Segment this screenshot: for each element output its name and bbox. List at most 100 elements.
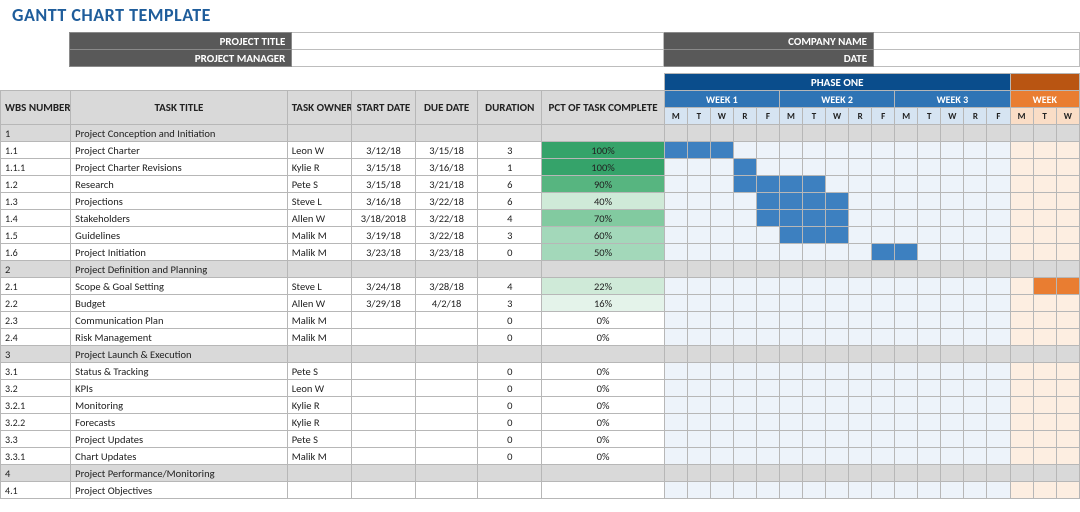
gantt-cell[interactable]	[849, 397, 872, 414]
gantt-cell[interactable]	[1056, 380, 1079, 397]
gantt-cell[interactable]	[710, 244, 733, 261]
gantt-cell[interactable]	[710, 227, 733, 244]
gantt-cell[interactable]	[664, 465, 687, 482]
gantt-cell[interactable]	[826, 363, 849, 380]
gantt-cell[interactable]	[756, 176, 779, 193]
gantt-cell[interactable]	[1033, 193, 1056, 210]
gantt-cell[interactable]	[687, 142, 710, 159]
gantt-cell[interactable]	[664, 142, 687, 159]
gantt-cell[interactable]	[918, 193, 941, 210]
gantt-cell[interactable]	[733, 278, 756, 295]
gantt-cell[interactable]	[756, 465, 779, 482]
gantt-cell[interactable]	[872, 465, 895, 482]
gantt-cell[interactable]	[779, 380, 802, 397]
gantt-cell[interactable]	[803, 142, 826, 159]
gantt-cell[interactable]	[687, 380, 710, 397]
gantt-cell[interactable]	[849, 380, 872, 397]
gantt-cell[interactable]	[964, 397, 987, 414]
gantt-cell[interactable]	[849, 295, 872, 312]
gantt-cell[interactable]	[687, 159, 710, 176]
gantt-cell[interactable]	[733, 125, 756, 142]
gantt-cell[interactable]	[918, 414, 941, 431]
gantt-cell[interactable]	[941, 397, 964, 414]
gantt-cell[interactable]	[664, 159, 687, 176]
gantt-cell[interactable]	[1033, 363, 1056, 380]
gantt-cell[interactable]	[895, 210, 918, 227]
gantt-cell[interactable]	[849, 125, 872, 142]
gantt-cell[interactable]	[710, 431, 733, 448]
gantt-cell[interactable]	[803, 312, 826, 329]
gantt-cell[interactable]	[895, 414, 918, 431]
gantt-cell[interactable]	[895, 278, 918, 295]
gantt-cell[interactable]	[826, 329, 849, 346]
gantt-cell[interactable]	[964, 431, 987, 448]
gantt-cell[interactable]	[710, 448, 733, 465]
gantt-cell[interactable]	[803, 380, 826, 397]
table-row[interactable]: 3Project Launch & Execution	[1, 346, 1080, 363]
gantt-cell[interactable]	[872, 261, 895, 278]
gantt-cell[interactable]	[895, 159, 918, 176]
gantt-cell[interactable]	[687, 125, 710, 142]
gantt-cell[interactable]	[779, 431, 802, 448]
gantt-cell[interactable]	[895, 346, 918, 363]
gantt-cell[interactable]	[756, 414, 779, 431]
gantt-cell[interactable]	[987, 142, 1010, 159]
gantt-cell[interactable]	[872, 363, 895, 380]
gantt-cell[interactable]	[872, 159, 895, 176]
gantt-cell[interactable]	[779, 482, 802, 499]
gantt-cell[interactable]	[987, 295, 1010, 312]
gantt-cell[interactable]	[1010, 312, 1033, 329]
date-input[interactable]	[874, 50, 1080, 67]
gantt-cell[interactable]	[964, 210, 987, 227]
gantt-cell[interactable]	[941, 261, 964, 278]
gantt-cell[interactable]	[687, 193, 710, 210]
gantt-cell[interactable]	[987, 397, 1010, 414]
gantt-cell[interactable]	[756, 397, 779, 414]
gantt-cell[interactable]	[849, 142, 872, 159]
gantt-cell[interactable]	[664, 431, 687, 448]
gantt-cell[interactable]	[895, 295, 918, 312]
gantt-cell[interactable]	[1056, 193, 1079, 210]
gantt-cell[interactable]	[1010, 142, 1033, 159]
gantt-cell[interactable]	[849, 465, 872, 482]
gantt-cell[interactable]	[987, 193, 1010, 210]
gantt-cell[interactable]	[987, 448, 1010, 465]
gantt-cell[interactable]	[872, 329, 895, 346]
gantt-cell[interactable]	[964, 329, 987, 346]
gantt-cell[interactable]	[918, 380, 941, 397]
gantt-cell[interactable]	[941, 176, 964, 193]
gantt-cell[interactable]	[664, 125, 687, 142]
gantt-cell[interactable]	[710, 329, 733, 346]
gantt-cell[interactable]	[1033, 431, 1056, 448]
gantt-cell[interactable]	[849, 244, 872, 261]
gantt-cell[interactable]	[1010, 363, 1033, 380]
gantt-cell[interactable]	[756, 193, 779, 210]
gantt-cell[interactable]	[872, 346, 895, 363]
gantt-cell[interactable]	[664, 380, 687, 397]
gantt-cell[interactable]	[803, 244, 826, 261]
gantt-cell[interactable]	[803, 482, 826, 499]
gantt-cell[interactable]	[826, 397, 849, 414]
gantt-cell[interactable]	[756, 380, 779, 397]
gantt-cell[interactable]	[941, 227, 964, 244]
gantt-cell[interactable]	[1056, 227, 1079, 244]
gantt-cell[interactable]	[803, 210, 826, 227]
gantt-cell[interactable]	[1056, 176, 1079, 193]
gantt-cell[interactable]	[849, 210, 872, 227]
gantt-cell[interactable]	[803, 329, 826, 346]
gantt-cell[interactable]	[941, 193, 964, 210]
gantt-cell[interactable]	[687, 482, 710, 499]
gantt-cell[interactable]	[756, 210, 779, 227]
gantt-cell[interactable]	[710, 346, 733, 363]
gantt-cell[interactable]	[895, 431, 918, 448]
table-row[interactable]: 1.1.1Project Charter RevisionsKylie R3/1…	[1, 159, 1080, 176]
gantt-cell[interactable]	[756, 482, 779, 499]
gantt-cell[interactable]	[1033, 312, 1056, 329]
gantt-cell[interactable]	[918, 329, 941, 346]
gantt-cell[interactable]	[803, 278, 826, 295]
gantt-cell[interactable]	[941, 380, 964, 397]
gantt-cell[interactable]	[941, 295, 964, 312]
gantt-cell[interactable]	[964, 278, 987, 295]
gantt-cell[interactable]	[1010, 227, 1033, 244]
gantt-cell[interactable]	[872, 278, 895, 295]
